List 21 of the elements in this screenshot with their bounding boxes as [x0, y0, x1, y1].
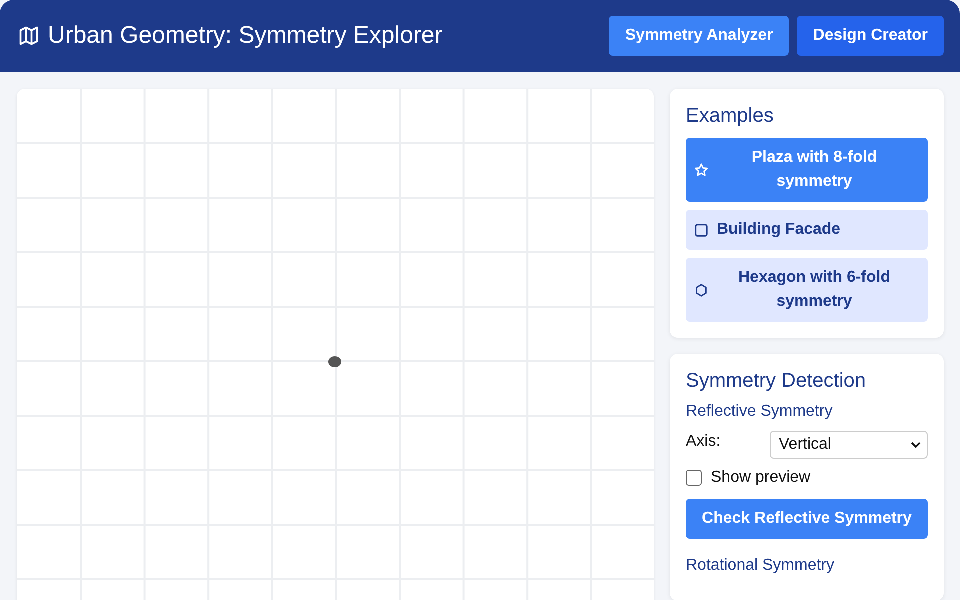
check-symmetry-button[interactable]: Check Reflective Symmetry	[686, 499, 928, 539]
example-button[interactable]: Hexagon with 6-fold symmetry	[686, 258, 928, 322]
example-button[interactable]: Building Facade	[686, 210, 928, 250]
center-point[interactable]	[328, 356, 342, 368]
checkbox[interactable]	[686, 470, 702, 486]
caret-icon	[911, 442, 921, 448]
section-title: Rotational Symmetry	[686, 557, 836, 575]
axis-select[interactable]: Vertical	[770, 431, 928, 459]
app-title: Urban Geometry: Symmetry Explorer	[48, 22, 443, 50]
example-button[interactable]: Plaza with 8-fold symmetry	[686, 138, 928, 202]
section-title: Reflective Symmetry	[686, 403, 834, 421]
nav-button[interactable]: Design Creator	[797, 16, 944, 56]
card-title: Examples	[686, 105, 775, 128]
hexagon-icon	[694, 282, 709, 298]
map-icon	[18, 25, 40, 47]
axis-label: Axis:	[686, 433, 721, 451]
checkbox-label: Show preview	[711, 469, 811, 487]
card-title: Symmetry Detection	[686, 370, 868, 393]
star-icon	[694, 162, 709, 178]
square-icon	[694, 222, 709, 238]
nav-button[interactable]: Symmetry Analyzer	[609, 16, 790, 56]
